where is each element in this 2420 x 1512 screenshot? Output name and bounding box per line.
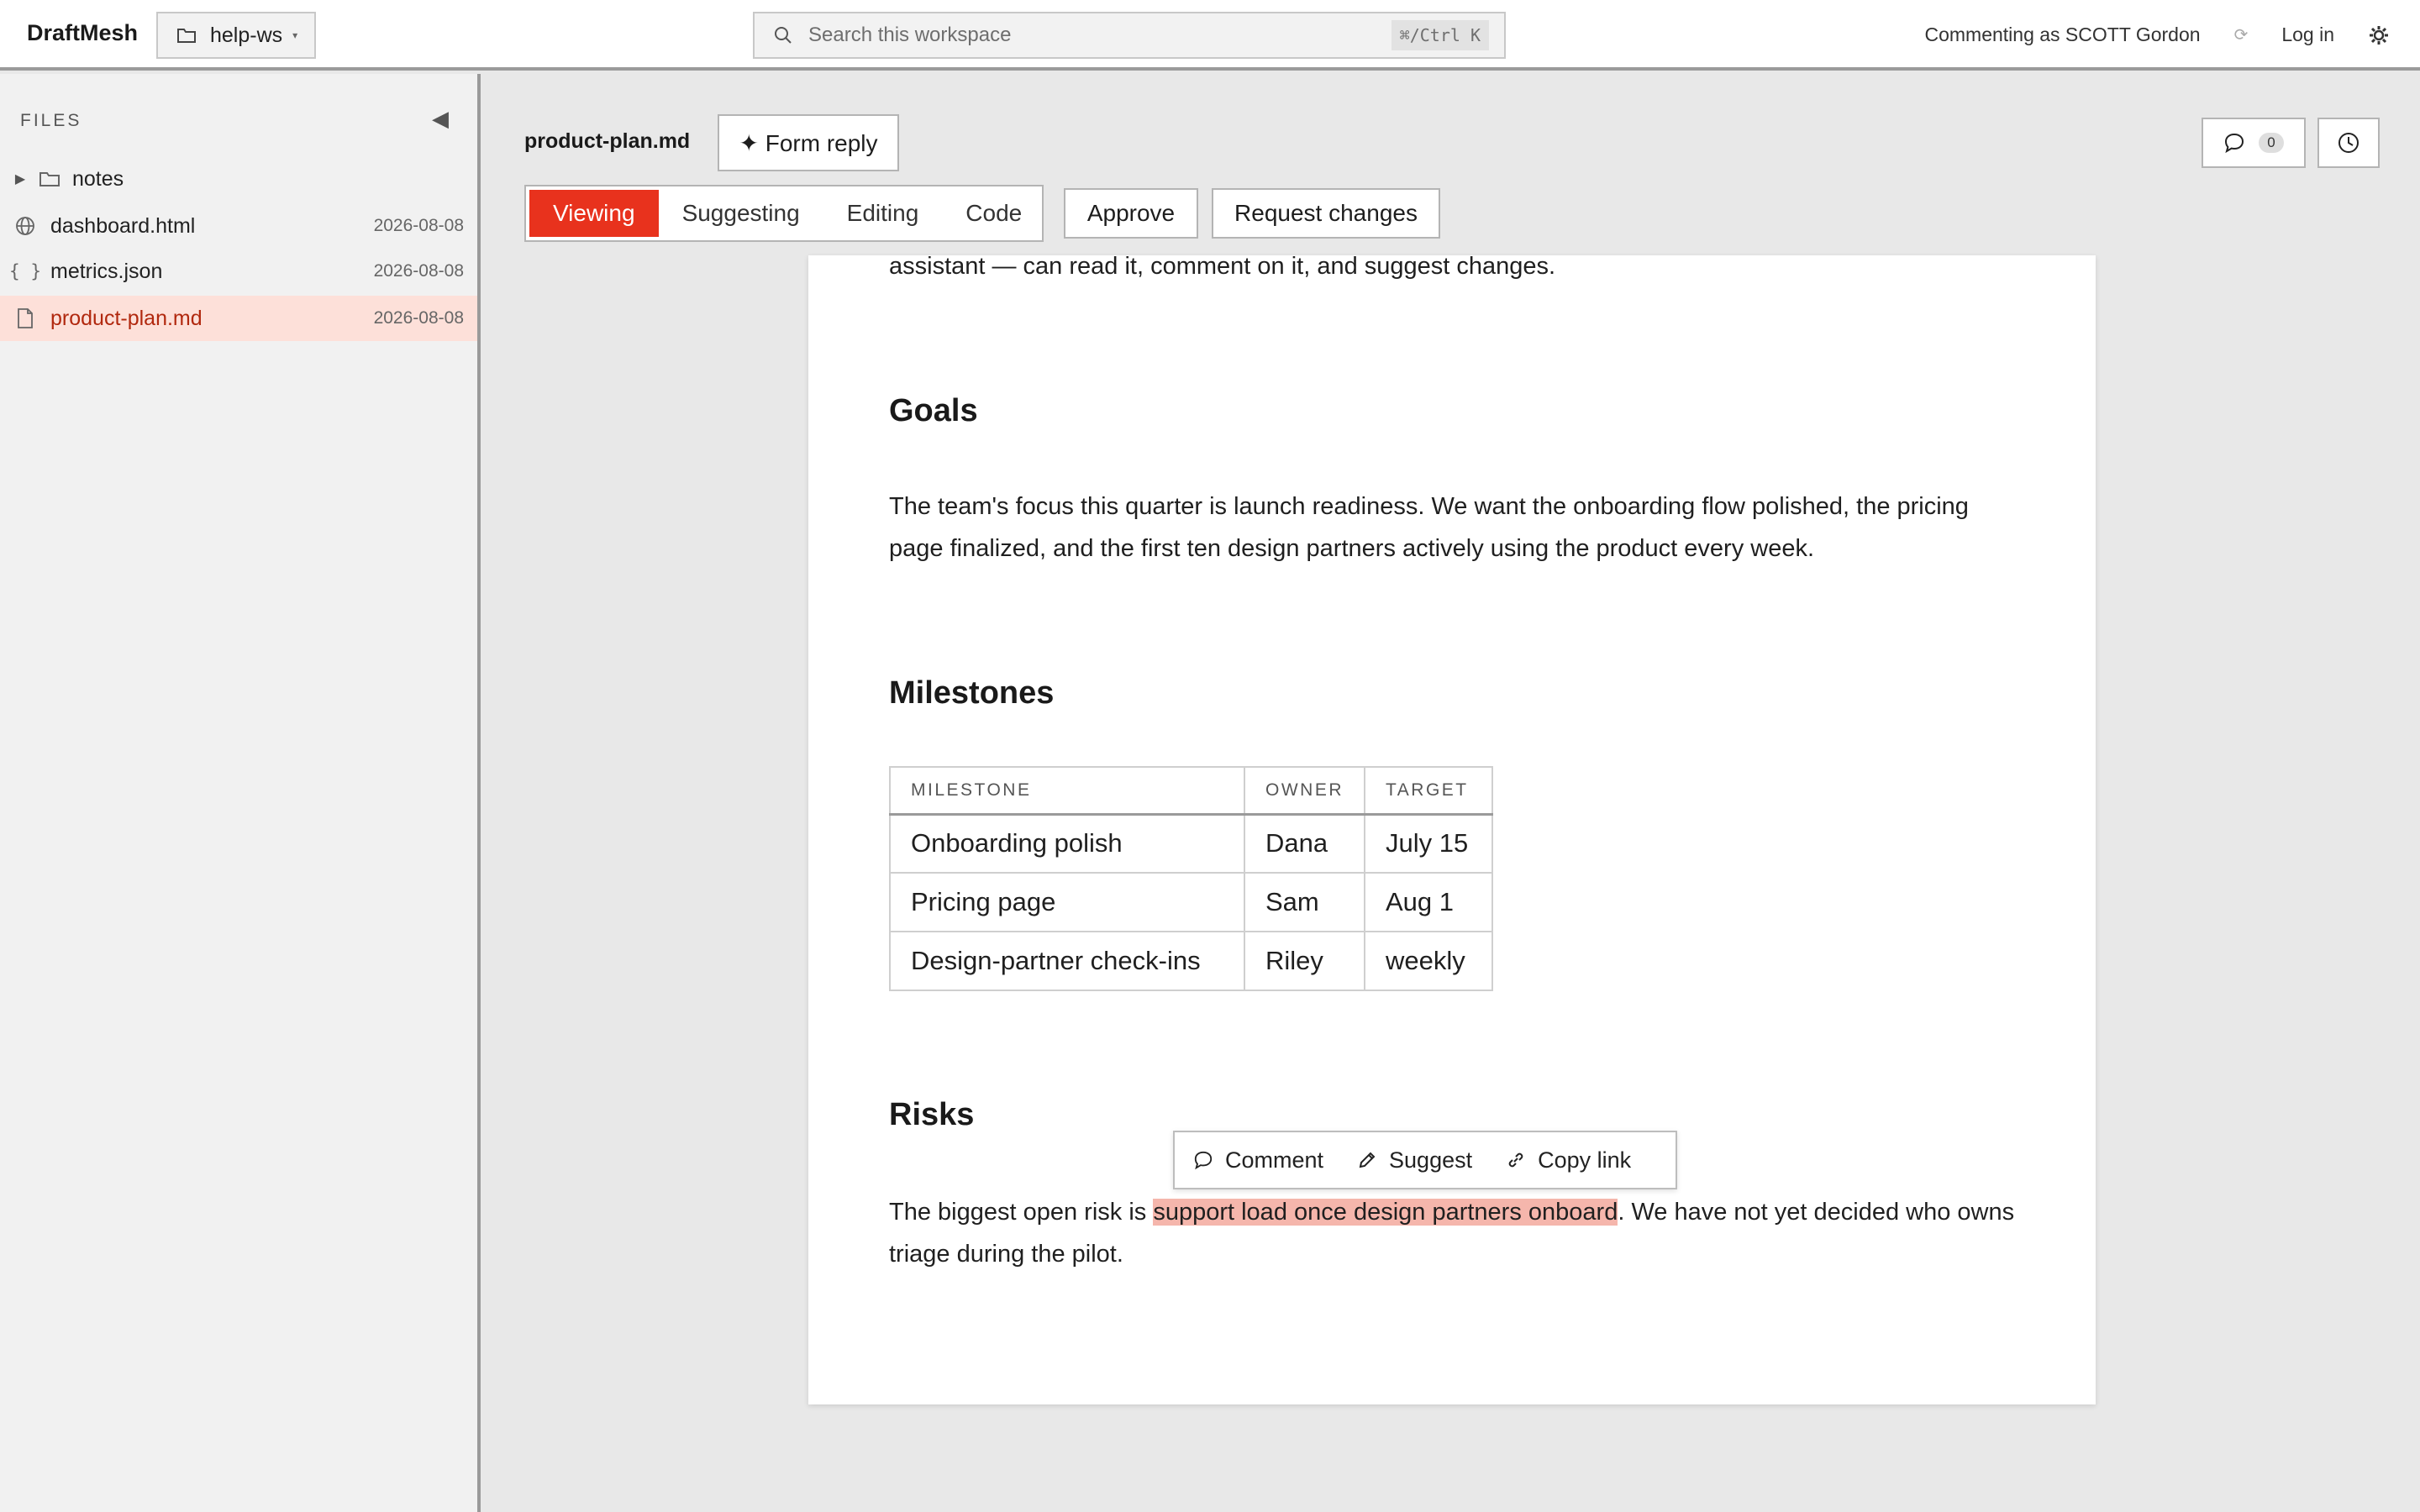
goals-heading: Goals	[889, 393, 978, 428]
selection-popover: Comment Suggest Copy link	[1173, 1131, 1677, 1189]
goals-paragraph: The team's focus this quarter is launch …	[889, 493, 1969, 562]
file-name: dashboard.html	[50, 213, 196, 238]
file-date: 2026-08-08	[373, 216, 464, 235]
top-bar: DraftMesh help-ws ▾ Search this workspac…	[0, 0, 2420, 71]
files-heading: FILES	[20, 111, 82, 130]
table-cell: Design-partner check-ins	[889, 931, 1245, 991]
table-cell: Riley	[1244, 931, 1365, 991]
form-reply-button[interactable]: ✦ Form reply	[718, 114, 899, 171]
file-date: 2026-08-08	[373, 308, 464, 328]
suggest-button[interactable]: Suggest	[1357, 1147, 1472, 1173]
comment-count-badge: 0	[2259, 133, 2284, 153]
pencil-icon	[1359, 1152, 1376, 1168]
copy-link-label: Copy link	[1538, 1147, 1632, 1173]
milestones-heading: Milestones	[889, 675, 1055, 711]
search-icon	[775, 27, 792, 44]
folder-name: notes	[72, 166, 124, 191]
comment-button[interactable]: Comment	[1193, 1147, 1323, 1173]
table-row: Pricing page Sam Aug 1	[889, 872, 1493, 932]
intro-text: assistant — can read it, comment on it, …	[889, 253, 1556, 280]
file-name: metrics.json	[50, 259, 163, 283]
comment-label: Comment	[1225, 1147, 1324, 1173]
table-cell: Dana	[1244, 813, 1365, 874]
table-cell: weekly	[1364, 931, 1493, 991]
risks-paragraph: The biggest open risk is support load on…	[889, 1191, 2015, 1275]
file-name: product-plan.md	[50, 306, 203, 330]
workspace-switcher[interactable]: help-ws ▾	[156, 12, 316, 59]
sidebar-item-metrics[interactable]: { } metrics.json 2026-08-08	[0, 249, 477, 294]
table-cell: July 15	[1364, 813, 1493, 874]
chevron-right-icon: ▶	[14, 172, 26, 186]
milestones-table: MILESTONE OWNER TARGET Onboarding polish…	[889, 766, 1493, 991]
search-shortcut: ⌘/Ctrl K	[1391, 20, 1489, 50]
column-header: MILESTONE	[889, 766, 1245, 816]
folder-icon	[177, 29, 196, 43]
tab-code[interactable]: Code	[942, 190, 1045, 237]
document-page: assistant — can read it, comment on it, …	[808, 253, 2096, 1404]
link-icon	[1508, 1152, 1523, 1168]
risks-heading: Risks	[889, 1097, 975, 1132]
tab-editing[interactable]: Editing	[823, 190, 943, 237]
globe-icon	[16, 217, 34, 235]
table-cell: Onboarding polish	[889, 813, 1245, 874]
file-icon	[18, 308, 33, 328]
comments-button[interactable]: 0	[2202, 118, 2306, 168]
table-cell: Sam	[1244, 872, 1365, 932]
brand-logo: DraftMesh	[27, 20, 139, 45]
commenting-as-label: Commenting as SCOTT Gordon	[1924, 24, 2201, 45]
request-changes-button[interactable]: Request changes	[1212, 188, 1440, 239]
sidebar-folder-notes[interactable]: ▶ notes	[0, 156, 477, 202]
chevron-down-icon: ▾	[292, 29, 298, 41]
table-row: Design-partner check-ins Riley weekly	[889, 931, 1493, 991]
folder-icon	[39, 172, 60, 186]
gear-icon[interactable]	[2368, 24, 2390, 46]
file-sidebar: FILES ◀ ▶ notes dashboard.html 2026-08-0…	[0, 74, 481, 1512]
document-filename: product-plan.md	[524, 129, 691, 153]
sync-spinner-icon: ⟳	[2233, 26, 2249, 45]
table-row: Onboarding polish Dana July 15	[889, 813, 1493, 874]
mode-tabs: Viewing Suggesting Editing Code	[524, 185, 1044, 242]
column-header: OWNER	[1244, 766, 1365, 816]
history-button[interactable]	[2317, 118, 2380, 168]
highlighted-selection[interactable]: support load once design partners onboar…	[1153, 1199, 1618, 1226]
file-date: 2026-08-08	[373, 261, 464, 281]
comment-icon	[1194, 1151, 1213, 1170]
sidebar-item-dashboard[interactable]: dashboard.html 2026-08-08	[0, 203, 477, 249]
workspace-name: help-ws	[210, 23, 283, 47]
column-header: TARGET	[1364, 766, 1493, 816]
table-cell: Aug 1	[1364, 872, 1493, 932]
risks-text-before: The biggest open risk is	[889, 1199, 1154, 1226]
sidebar-item-product-plan[interactable]: product-plan.md 2026-08-08	[0, 296, 477, 341]
tab-suggesting[interactable]: Suggesting	[659, 190, 823, 237]
braces-icon: { }	[9, 261, 41, 281]
table-cell: Pricing page	[889, 872, 1245, 932]
approve-button[interactable]: Approve	[1064, 188, 1198, 239]
copy-link-button[interactable]: Copy link	[1506, 1147, 1631, 1173]
login-link[interactable]: Log in	[2281, 24, 2334, 46]
search-placeholder: Search this workspace	[808, 24, 1012, 46]
comment-icon	[2225, 133, 2244, 154]
search-input[interactable]: Search this workspace ⌘/Ctrl K	[753, 12, 1506, 59]
collapse-sidebar-icon[interactable]: ◀	[432, 106, 449, 132]
tab-viewing[interactable]: Viewing	[529, 190, 659, 237]
suggest-label: Suggest	[1389, 1147, 1473, 1173]
clock-icon	[2338, 133, 2359, 153]
